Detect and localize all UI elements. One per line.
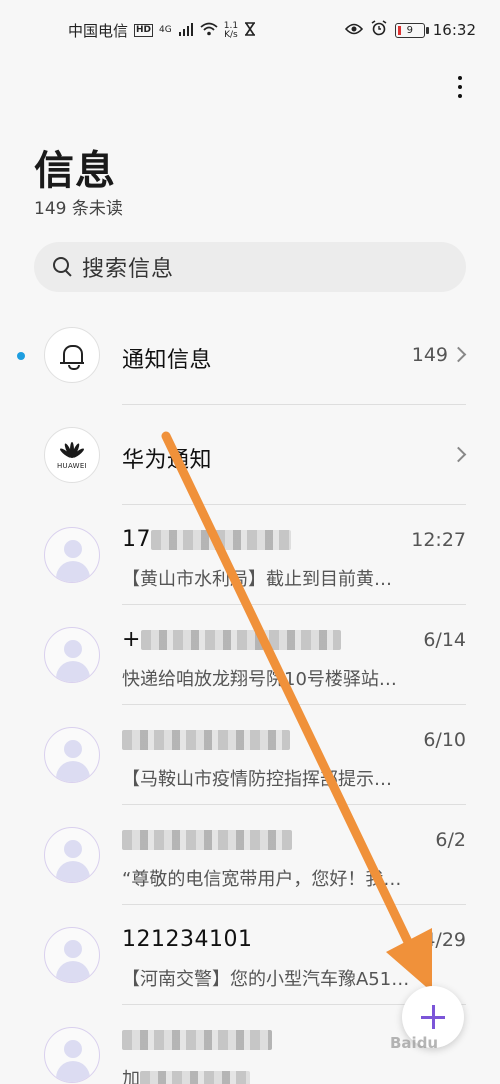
network-type: 4G [159,25,172,35]
conversation-name [122,827,292,852]
message-time: 6/10 [423,729,466,751]
name-visible-part: 17 [122,527,151,552]
message-preview: 快递给咱放龙翔号院10号楼驿站… [122,669,397,690]
status-left: 中国电信 HD 4G 1.1 K/s [68,20,256,41]
bell-icon [60,342,84,370]
contact-avatar-icon [44,627,100,683]
conversation-row-huawei[interactable]: HUAWEI 华为通知 [0,405,500,505]
watermark: Baidu [390,1034,439,1052]
message-time: 6/2 [435,829,466,851]
redacted-block [122,730,290,750]
alarm-icon [371,20,387,40]
status-right: 9 16:32 [344,20,476,40]
unread-dot [17,352,25,360]
search-icon [52,256,74,278]
unread-count: 149 条未读 [34,199,123,219]
contact-avatar-icon [44,827,100,883]
conversation-row-notifications[interactable]: 通知信息 149 [0,305,500,405]
hourglass-icon [244,21,256,40]
conversation-row[interactable]: 6/10 【马鞍山市疫情防控指挥部提示… [0,705,500,805]
conversation-name: 121234101 [122,927,253,952]
conversation-row[interactable]: 6/2 “尊敬的电信宽带用户，您好！我… [0,805,500,905]
carrier-name: 中国电信 [68,22,129,40]
conversation-name: 通知信息 [122,348,213,373]
message-count: 149 [411,344,448,366]
hd-badge: HD [134,24,154,37]
redacted-block [140,630,341,650]
status-bar: 中国电信 HD 4G 1.1 K/s 9 16:32 [0,0,500,62]
message-preview: 加 [122,1065,250,1084]
conversation-name: 华为通知 [122,448,213,473]
battery-icon: 9 [394,22,429,38]
avatar [44,327,100,383]
speed-unit: K/s [224,29,238,40]
redacted-block [151,530,291,550]
message-preview: 【马鞍山市疫情防控指挥部提示… [122,769,392,790]
redacted-block [140,1071,250,1084]
huawei-logo-text: HUAWEI [56,461,87,470]
name-visible-part: + [122,627,141,652]
conversation-name: + [122,627,341,652]
message-preview: “尊敬的电信宽带用户，您好！我… [122,869,402,890]
more-dot [458,85,462,89]
contact-avatar-icon [44,727,100,783]
clock-time: 16:32 [432,21,476,39]
contact-avatar-icon [44,1027,100,1083]
more-dot [458,94,462,98]
message-time: 6/14 [423,629,466,651]
network-speed: 1.1 K/s [224,21,238,40]
huawei-logo-icon: HUAWEI [57,441,87,470]
message-preview: 【黄山市水利局】截止到目前黄… [122,569,392,590]
battery-level: 9 [406,24,413,36]
search-placeholder: 搜索信息 [82,257,175,282]
eye-icon [344,21,363,39]
chevron-right-icon [450,346,467,363]
more-options-button[interactable] [454,72,466,106]
redacted-block [122,1030,272,1050]
conversation-row[interactable]: 17 12:27 【黄山市水利局】截止到目前黄… [0,505,500,605]
chevron-right-icon [450,446,467,463]
message-preview: 【河南交警】您的小型汽车豫A51… [122,969,410,990]
wifi-icon [200,22,218,40]
page-title: 信息 [34,148,116,194]
redacted-block [122,830,292,850]
contact-avatar-icon [44,527,100,583]
search-bar[interactable]: 搜索信息 [34,242,466,292]
signal-icon [178,22,194,40]
conversation-name [122,1027,272,1052]
more-dot [458,76,462,80]
message-time: 4/29 [423,929,466,951]
contact-avatar-icon [44,927,100,983]
preview-visible-part: 加 [122,1069,140,1084]
conversation-list: 通知信息 149 HUAWEI 华为通知 17 12:27 【黄山市水利局】截止… [0,305,500,1084]
conversation-name: 17 [122,527,291,552]
messages-screen: 中国电信 HD 4G 1.1 K/s 9 16:32 信息 149 条未读 搜索… [0,0,500,1084]
conversation-name [122,727,290,752]
avatar: HUAWEI [44,427,100,483]
conversation-row[interactable]: + 6/14 快递给咱放龙翔号院10号楼驿站… [0,605,500,705]
message-time: 12:27 [411,529,466,551]
